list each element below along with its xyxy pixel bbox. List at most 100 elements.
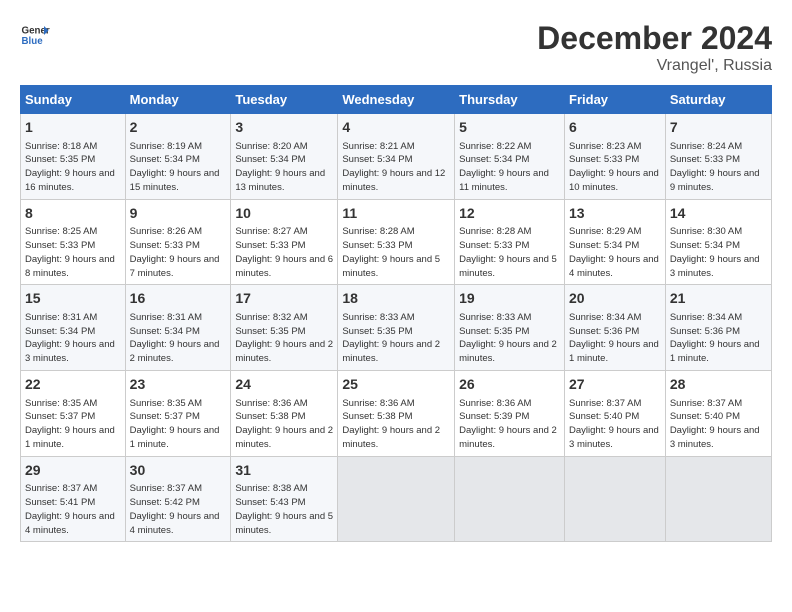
logo: General Blue bbox=[20, 20, 50, 50]
logo-icon: General Blue bbox=[20, 20, 50, 50]
calendar-week-row: 22Sunrise: 8:35 AMSunset: 5:37 PMDayligh… bbox=[21, 370, 772, 456]
cell-details: Sunrise: 8:36 AMSunset: 5:38 PMDaylight:… bbox=[342, 397, 450, 452]
cell-details: Sunrise: 8:22 AMSunset: 5:34 PMDaylight:… bbox=[459, 140, 560, 195]
day-number: 29 bbox=[25, 461, 121, 481]
day-number: 5 bbox=[459, 118, 560, 138]
calendar-cell: 17Sunrise: 8:32 AMSunset: 5:35 PMDayligh… bbox=[231, 285, 338, 371]
day-number: 18 bbox=[342, 289, 450, 309]
weekday-header: Saturday bbox=[665, 86, 771, 114]
calendar-cell: 7Sunrise: 8:24 AMSunset: 5:33 PMDaylight… bbox=[665, 114, 771, 200]
page-header: General Blue December 2024 Vrangel', Rus… bbox=[20, 20, 772, 75]
calendar-cell: 4Sunrise: 8:21 AMSunset: 5:34 PMDaylight… bbox=[338, 114, 455, 200]
calendar-week-row: 15 Sunrise: 8:31 AMSunset: 5:34 PMDayligh… bbox=[21, 285, 772, 371]
calendar-cell: 26Sunrise: 8:36 AMSunset: 5:39 PMDayligh… bbox=[455, 370, 565, 456]
cell-details: Sunrise: 8:31 AMSunset: 5:34 PMDaylight:… bbox=[130, 311, 227, 366]
cell-details: Sunrise: 8:35 AMSunset: 5:37 PMDaylight:… bbox=[130, 397, 227, 452]
cell-details: Sunrise: 8:25 AMSunset: 5:33 PMDaylight:… bbox=[25, 225, 121, 280]
day-number: 6 bbox=[569, 118, 661, 138]
cell-details: Sunrise: 8:34 AMSunset: 5:36 PMDaylight:… bbox=[569, 311, 661, 366]
calendar-cell: 19Sunrise: 8:33 AMSunset: 5:35 PMDayligh… bbox=[455, 285, 565, 371]
calendar-week-row: 8Sunrise: 8:25 AMSunset: 5:33 PMDaylight… bbox=[21, 199, 772, 285]
day-number: 7 bbox=[670, 118, 767, 138]
day-number: 11 bbox=[342, 204, 450, 224]
day-number: 22 bbox=[25, 375, 121, 395]
cell-details: Sunrise: 8:35 AMSunset: 5:37 PMDaylight:… bbox=[25, 397, 121, 452]
calendar-cell: 18Sunrise: 8:33 AMSunset: 5:35 PMDayligh… bbox=[338, 285, 455, 371]
cell-details: Sunrise: 8:29 AMSunset: 5:34 PMDaylight:… bbox=[569, 225, 661, 280]
calendar-cell: 13Sunrise: 8:29 AMSunset: 5:34 PMDayligh… bbox=[565, 199, 666, 285]
cell-details: Sunrise: 8:23 AMSunset: 5:33 PMDaylight:… bbox=[569, 140, 661, 195]
cell-details: Sunrise: 8:37 AMSunset: 5:40 PMDaylight:… bbox=[670, 397, 767, 452]
calendar-cell: 11Sunrise: 8:28 AMSunset: 5:33 PMDayligh… bbox=[338, 199, 455, 285]
day-number: 20 bbox=[569, 289, 661, 309]
calendar-cell: 1Sunrise: 8:18 AMSunset: 5:35 PMDaylight… bbox=[21, 114, 126, 200]
calendar-cell: 25Sunrise: 8:36 AMSunset: 5:38 PMDayligh… bbox=[338, 370, 455, 456]
cell-details: Sunrise: 8:36 AMSunset: 5:38 PMDaylight:… bbox=[235, 397, 333, 452]
cell-details: Sunrise: 8:26 AMSunset: 5:33 PMDaylight:… bbox=[130, 225, 227, 280]
day-number: 30 bbox=[130, 461, 227, 481]
weekday-header: Friday bbox=[565, 86, 666, 114]
title-block: December 2024 Vrangel', Russia bbox=[537, 20, 772, 75]
calendar-cell: 24Sunrise: 8:36 AMSunset: 5:38 PMDayligh… bbox=[231, 370, 338, 456]
day-number: 16 bbox=[130, 289, 227, 309]
weekday-header-row: SundayMondayTuesdayWednesdayThursdayFrid… bbox=[21, 86, 772, 114]
weekday-header: Sunday bbox=[21, 86, 126, 114]
calendar-week-row: 1Sunrise: 8:18 AMSunset: 5:35 PMDaylight… bbox=[21, 114, 772, 200]
day-number: 24 bbox=[235, 375, 333, 395]
calendar-cell: 14Sunrise: 8:30 AMSunset: 5:34 PMDayligh… bbox=[665, 199, 771, 285]
day-number: 31 bbox=[235, 461, 333, 481]
cell-details: Sunrise: 8:19 AMSunset: 5:34 PMDaylight:… bbox=[130, 140, 227, 195]
cell-details: Sunrise: 8:37 AMSunset: 5:42 PMDaylight:… bbox=[130, 482, 227, 537]
day-number: 8 bbox=[25, 204, 121, 224]
calendar-cell: 27Sunrise: 8:37 AMSunset: 5:40 PMDayligh… bbox=[565, 370, 666, 456]
day-number: 17 bbox=[235, 289, 333, 309]
day-number: 3 bbox=[235, 118, 333, 138]
calendar-cell: 3Sunrise: 8:20 AMSunset: 5:34 PMDaylight… bbox=[231, 114, 338, 200]
calendar-cell: 6Sunrise: 8:23 AMSunset: 5:33 PMDaylight… bbox=[565, 114, 666, 200]
calendar-cell: 30Sunrise: 8:37 AMSunset: 5:42 PMDayligh… bbox=[125, 456, 231, 542]
cell-details: Sunrise: 8:32 AMSunset: 5:35 PMDaylight:… bbox=[235, 311, 333, 366]
cell-details: Sunrise: 8:28 AMSunset: 5:33 PMDaylight:… bbox=[342, 225, 450, 280]
day-number: 28 bbox=[670, 375, 767, 395]
weekday-header: Monday bbox=[125, 86, 231, 114]
cell-details: Sunrise: 8:21 AMSunset: 5:34 PMDaylight:… bbox=[342, 140, 450, 195]
day-number: 1 bbox=[25, 118, 121, 138]
cell-details: Sunrise: 8:20 AMSunset: 5:34 PMDaylight:… bbox=[235, 140, 333, 195]
calendar-cell: 16Sunrise: 8:31 AMSunset: 5:34 PMDayligh… bbox=[125, 285, 231, 371]
day-number: 2 bbox=[130, 118, 227, 138]
calendar-cell bbox=[565, 456, 666, 542]
cell-details: Sunrise: 8:33 AMSunset: 5:35 PMDaylight:… bbox=[459, 311, 560, 366]
svg-text:Blue: Blue bbox=[22, 36, 44, 47]
day-number: 4 bbox=[342, 118, 450, 138]
calendar-cell: 10Sunrise: 8:27 AMSunset: 5:33 PMDayligh… bbox=[231, 199, 338, 285]
day-number: 12 bbox=[459, 204, 560, 224]
day-number: 23 bbox=[130, 375, 227, 395]
cell-details: Sunrise: 8:36 AMSunset: 5:39 PMDaylight:… bbox=[459, 397, 560, 452]
day-number: 25 bbox=[342, 375, 450, 395]
calendar-cell: 2Sunrise: 8:19 AMSunset: 5:34 PMDaylight… bbox=[125, 114, 231, 200]
cell-details: Sunrise: 8:33 AMSunset: 5:35 PMDaylight:… bbox=[342, 311, 450, 366]
weekday-header: Tuesday bbox=[231, 86, 338, 114]
cell-details: Sunrise: 8:28 AMSunset: 5:33 PMDaylight:… bbox=[459, 225, 560, 280]
day-number: 10 bbox=[235, 204, 333, 224]
calendar-table: SundayMondayTuesdayWednesdayThursdayFrid… bbox=[20, 85, 772, 542]
calendar-week-row: 29Sunrise: 8:37 AMSunset: 5:41 PMDayligh… bbox=[21, 456, 772, 542]
calendar-cell: 29Sunrise: 8:37 AMSunset: 5:41 PMDayligh… bbox=[21, 456, 126, 542]
day-number: 15 bbox=[25, 289, 121, 309]
day-number: 9 bbox=[130, 204, 227, 224]
calendar-cell: 15Sunrise: 8:31 AMSunset: 5:34 PMDayligh… bbox=[21, 285, 126, 371]
cell-details: Sunrise: 8:37 AMSunset: 5:40 PMDaylight:… bbox=[569, 397, 661, 452]
calendar-cell: 23Sunrise: 8:35 AMSunset: 5:37 PMDayligh… bbox=[125, 370, 231, 456]
cell-details: Sunrise: 8:37 AMSunset: 5:41 PMDaylight:… bbox=[25, 482, 121, 537]
cell-details: Sunrise: 8:18 AMSunset: 5:35 PMDaylight:… bbox=[25, 140, 121, 195]
day-number: 21 bbox=[670, 289, 767, 309]
calendar-cell bbox=[455, 456, 565, 542]
calendar-cell: 31Sunrise: 8:38 AMSunset: 5:43 PMDayligh… bbox=[231, 456, 338, 542]
calendar-cell: 5Sunrise: 8:22 AMSunset: 5:34 PMDaylight… bbox=[455, 114, 565, 200]
calendar-cell: 21Sunrise: 8:34 AMSunset: 5:36 PMDayligh… bbox=[665, 285, 771, 371]
calendar-cell: 28Sunrise: 8:37 AMSunset: 5:40 PMDayligh… bbox=[665, 370, 771, 456]
location-subtitle: Vrangel', Russia bbox=[537, 57, 772, 75]
calendar-cell bbox=[338, 456, 455, 542]
calendar-cell: 12Sunrise: 8:28 AMSunset: 5:33 PMDayligh… bbox=[455, 199, 565, 285]
day-number: 14 bbox=[670, 204, 767, 224]
